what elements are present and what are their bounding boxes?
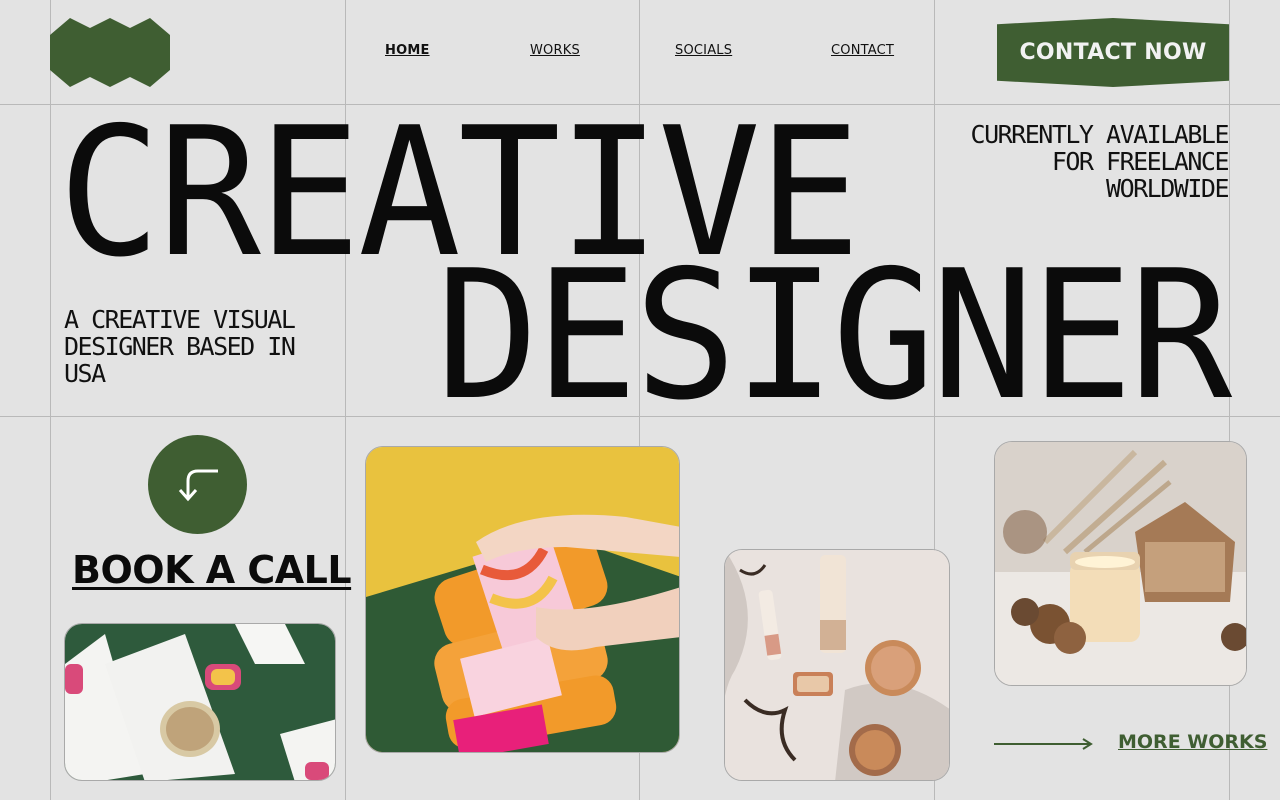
long-arrow-right-icon <box>994 736 1094 750</box>
project-image-cosmetics[interactable] <box>724 549 950 781</box>
packaging-photo <box>65 624 335 780</box>
contact-now-label: CONTACT NOW <box>1019 40 1207 65</box>
book-a-call-link[interactable]: BOOK A CALL <box>72 548 352 592</box>
book-call-arrow-button[interactable] <box>148 435 247 534</box>
availability-line: CURRENTLY AVAILABLE <box>970 120 1230 149</box>
nav-home[interactable]: HOME <box>385 43 430 58</box>
nav-socials[interactable]: SOCIALS <box>675 43 732 58</box>
arrow-turn-left-icon <box>178 469 218 501</box>
hero-title-line2: DESIGNER <box>436 232 1232 439</box>
tagline: A CREATIVE VISUAL DESIGNER BASED IN USA <box>64 305 296 388</box>
availability-line: FOR FREELANCE <box>1051 147 1230 176</box>
food-packaging-photo <box>366 447 679 752</box>
hexagon-chain-logo[interactable] <box>50 18 170 87</box>
project-image-food-packaging[interactable] <box>365 446 680 753</box>
project-image-packaging[interactable] <box>64 623 336 781</box>
availability-line: WORLDWIDE <box>1106 174 1229 203</box>
contact-now-button[interactable]: CONTACT NOW <box>997 18 1229 87</box>
nav-works[interactable]: WORKS <box>530 43 580 58</box>
nav-contact[interactable]: CONTACT <box>831 43 894 58</box>
project-image-candle[interactable] <box>994 441 1247 686</box>
candle-photo <box>995 442 1246 685</box>
logo-icon <box>50 18 170 87</box>
more-works-link[interactable]: MORE WORKS <box>1118 731 1267 753</box>
grid-line <box>50 0 51 800</box>
availability-text: CURRENTLY AVAILABLE FOR FREELANCE WORLDW… <box>928 120 1230 203</box>
cosmetics-photo <box>725 550 949 780</box>
